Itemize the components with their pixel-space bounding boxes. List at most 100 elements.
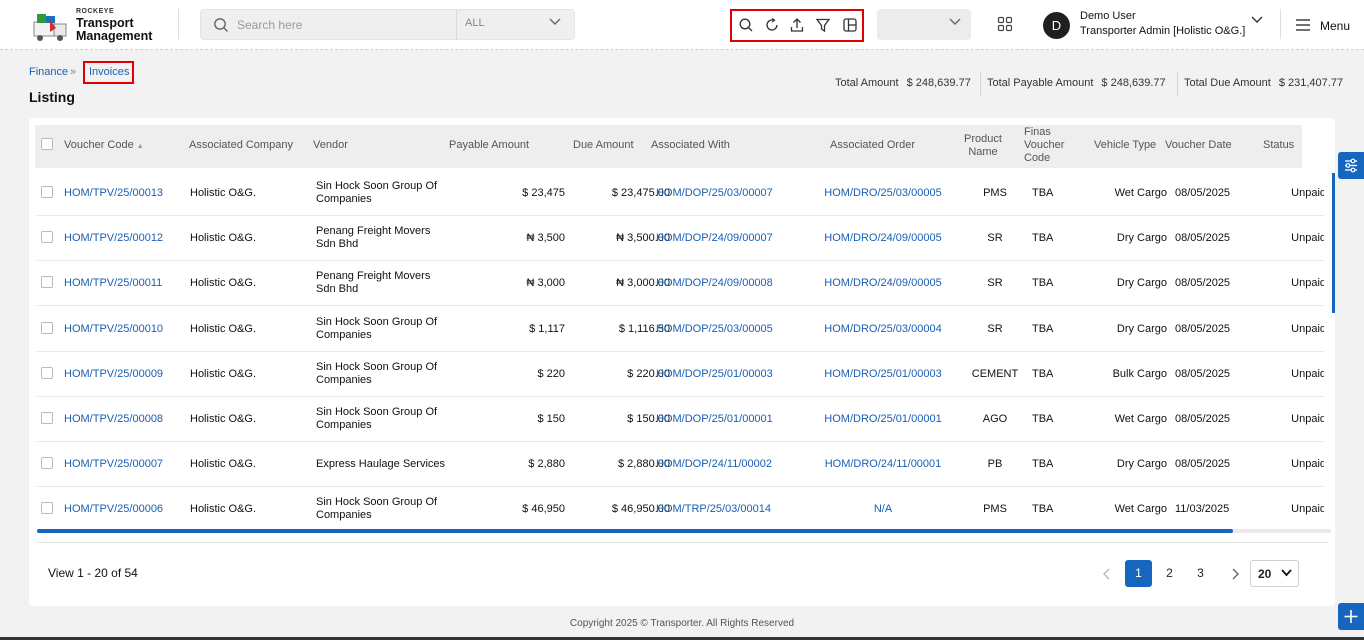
vertical-scrollbar[interactable] (1332, 173, 1335, 313)
page-2-button[interactable]: 2 (1156, 560, 1183, 587)
finas-voucher-code: TBA (1032, 277, 1054, 290)
vendor-name: Sin Hock Soon Group Of Companies (316, 180, 437, 206)
app-logo[interactable]: ROCKEYE Transport Management (32, 8, 162, 44)
header-status: Status (1263, 139, 1295, 151)
associated-order-link[interactable]: HOM/DRO/24/09/00005 (813, 232, 953, 245)
row-checkbox[interactable] (41, 186, 53, 198)
user-name[interactable]: Demo User (1080, 10, 1136, 22)
horizontal-scrollbar[interactable] (37, 529, 1331, 533)
header-due-amount: Due Amount (573, 139, 634, 151)
search-category-select[interactable]: ALL (456, 10, 575, 39)
record-count: View 1 - 20 of 54 (48, 566, 138, 580)
payable-amount: $ 23,475 (522, 187, 565, 199)
filter-icon[interactable] (815, 17, 831, 33)
voucher-code-link[interactable]: HOM/TPV/25/00012 (64, 232, 163, 245)
select-all-checkbox[interactable] (41, 138, 53, 150)
page-3-button[interactable]: 3 (1187, 560, 1214, 587)
breadcrumb-invoices[interactable]: Invoices (83, 61, 134, 84)
header-associated-company: Associated Company (189, 139, 293, 151)
voucher-code-link[interactable]: HOM/TPV/25/00011 (64, 277, 162, 290)
row-checkbox[interactable] (41, 457, 53, 470)
voucher-code-link[interactable]: HOM/TPV/25/00008 (64, 413, 163, 426)
associated-with-link[interactable]: HOM/TRP/25/03/00014 (656, 503, 771, 516)
associated-order-link[interactable]: HOM/DRO/25/03/00004 (813, 323, 953, 336)
row-checkbox[interactable] (41, 366, 53, 379)
associated-order-link[interactable]: HOM/DRO/25/01/00003 (813, 368, 953, 381)
vendor-name-line-2: Companies (316, 509, 372, 522)
header-voucher-code[interactable]: Voucher Code ▲ (64, 139, 144, 153)
user-role[interactable]: Transporter Admin [Holistic O&G.] (1080, 25, 1245, 37)
associated-order-link[interactable]: HOM/DRO/24/09/00005 (813, 277, 953, 290)
horizontal-scrollbar-thumb[interactable] (37, 529, 1233, 533)
search-icon[interactable] (738, 17, 754, 33)
page-1-button[interactable]: 1 (1125, 560, 1152, 587)
row-checkbox[interactable] (41, 502, 53, 515)
associated-with-link[interactable]: HOM/DOP/24/09/00008 (656, 277, 773, 290)
voucher-code-link[interactable]: HOM/TPV/25/00007 (64, 458, 163, 471)
context-select[interactable] (877, 9, 971, 40)
hamburger-menu-icon[interactable] (1295, 17, 1311, 33)
breadcrumb-finance[interactable]: Finance (29, 66, 68, 78)
associated-with-link[interactable]: HOM/DOP/25/03/00005 (656, 323, 773, 336)
associated-order-link[interactable]: N/A (813, 503, 953, 516)
table-row[interactable]: HOM/TPV/25/00007 Holistic O&G. $ 2,880 $ 2,… (37, 442, 1324, 488)
chevron-down-icon[interactable] (1251, 16, 1263, 24)
associated-order-link[interactable]: HOM/DRO/25/01/00001 (813, 413, 953, 426)
status-text: Unpaid (1291, 277, 1324, 290)
voucher-code-link[interactable]: HOM/TPV/25/00010 (64, 323, 163, 336)
voucher-code-link[interactable]: HOM/TPV/25/00009 (64, 368, 163, 381)
due-amount: $ 220.00 (627, 367, 670, 380)
associated-with-link[interactable]: HOM/DOP/25/01/00003 (656, 368, 773, 381)
associated-with-link[interactable]: HOM/DOP/25/03/00007 (656, 187, 773, 200)
table-row[interactable]: HOM/TPV/25/00013 Holistic O&G. $ 23,475 $ 2… (37, 171, 1324, 216)
avatar[interactable]: D (1043, 12, 1070, 39)
page-size-select[interactable]: 20 (1250, 560, 1299, 587)
row-checkbox[interactable] (41, 276, 53, 289)
voucher-code-link[interactable]: HOM/TPV/25/00013 (64, 187, 163, 200)
search-input[interactable] (237, 15, 447, 35)
apps-grid-icon[interactable] (997, 16, 1013, 32)
header-finas-line-1: Finas (1024, 126, 1051, 138)
row-checkbox[interactable] (41, 412, 53, 424)
row-checkbox[interactable] (41, 321, 53, 334)
vendor-name-line-2: Companies (316, 193, 372, 205)
row-checkbox[interactable] (41, 231, 53, 244)
table-row[interactable]: HOM/TPV/25/00011 Holistic O&G. ₦ 3,000 ₦ 3,… (37, 261, 1324, 307)
total-due-amount: Total Due Amount $ 231,407.77 (1184, 77, 1343, 89)
logo-mark-icon (33, 14, 67, 41)
table-row[interactable]: HOM/TPV/25/00008 Holistic O&G. $ 150 $ 150.… (37, 397, 1324, 442)
total-amount-label: Total Amount (835, 77, 899, 89)
pagination-next[interactable] (1225, 564, 1245, 584)
footer-divider (37, 542, 1328, 543)
vehicle-type: Dry Cargo (1116, 458, 1167, 471)
table-row[interactable]: HOM/TPV/25/00012 Holistic O&G. ₦ 3,500 ₦ 3,… (37, 216, 1324, 262)
associated-with-link[interactable]: HOM/DOP/24/11/00002 (656, 458, 772, 471)
search-category-value: ALL (465, 17, 485, 29)
search-icon (214, 18, 228, 32)
chevron-right-icon (1232, 568, 1239, 580)
header-divider (178, 9, 179, 39)
table-row[interactable]: HOM/TPV/25/00009 Holistic O&G. $ 220 $ 220.… (37, 352, 1324, 397)
vehicle-type: Dry Cargo (1116, 277, 1167, 290)
header-divider (1280, 9, 1281, 39)
vendor-name-line-1: Penang Freight Movers (316, 225, 431, 238)
associated-order-link[interactable]: HOM/DRO/24/11/00001 (813, 458, 953, 471)
voucher-code-link[interactable]: HOM/TPV/25/00006 (64, 503, 163, 516)
associated-with-link[interactable]: HOM/DOP/25/01/00001 (656, 413, 773, 426)
column-settings-button[interactable] (1338, 152, 1364, 179)
associated-with-link[interactable]: HOM/DOP/24/09/00007 (656, 232, 773, 245)
voucher-date: 08/05/2025 (1175, 458, 1231, 471)
table-row[interactable]: HOM/TPV/25/00006 Holistic O&G. $ 46,950 $ 4… (37, 487, 1324, 530)
vendor-name: Penang Freight Movers Sdn Bhd (316, 270, 430, 296)
total-payable-label: Total Payable Amount (987, 77, 1094, 89)
upload-icon[interactable] (789, 17, 805, 33)
columns-icon[interactable] (842, 17, 858, 33)
refresh-icon[interactable] (764, 17, 780, 33)
associated-order-link[interactable]: HOM/DRO/25/03/00005 (813, 187, 953, 200)
status-text: Unpaid (1291, 503, 1324, 516)
header-vehicle-type: Vehicle Type (1094, 139, 1157, 151)
pagination-prev[interactable] (1097, 564, 1117, 584)
table-row[interactable]: HOM/TPV/25/00010 Holistic O&G. $ 1,117 $ 1,… (37, 307, 1324, 352)
menu-button[interactable]: Menu (1320, 19, 1350, 33)
header-vendor: Vendor (313, 139, 348, 151)
